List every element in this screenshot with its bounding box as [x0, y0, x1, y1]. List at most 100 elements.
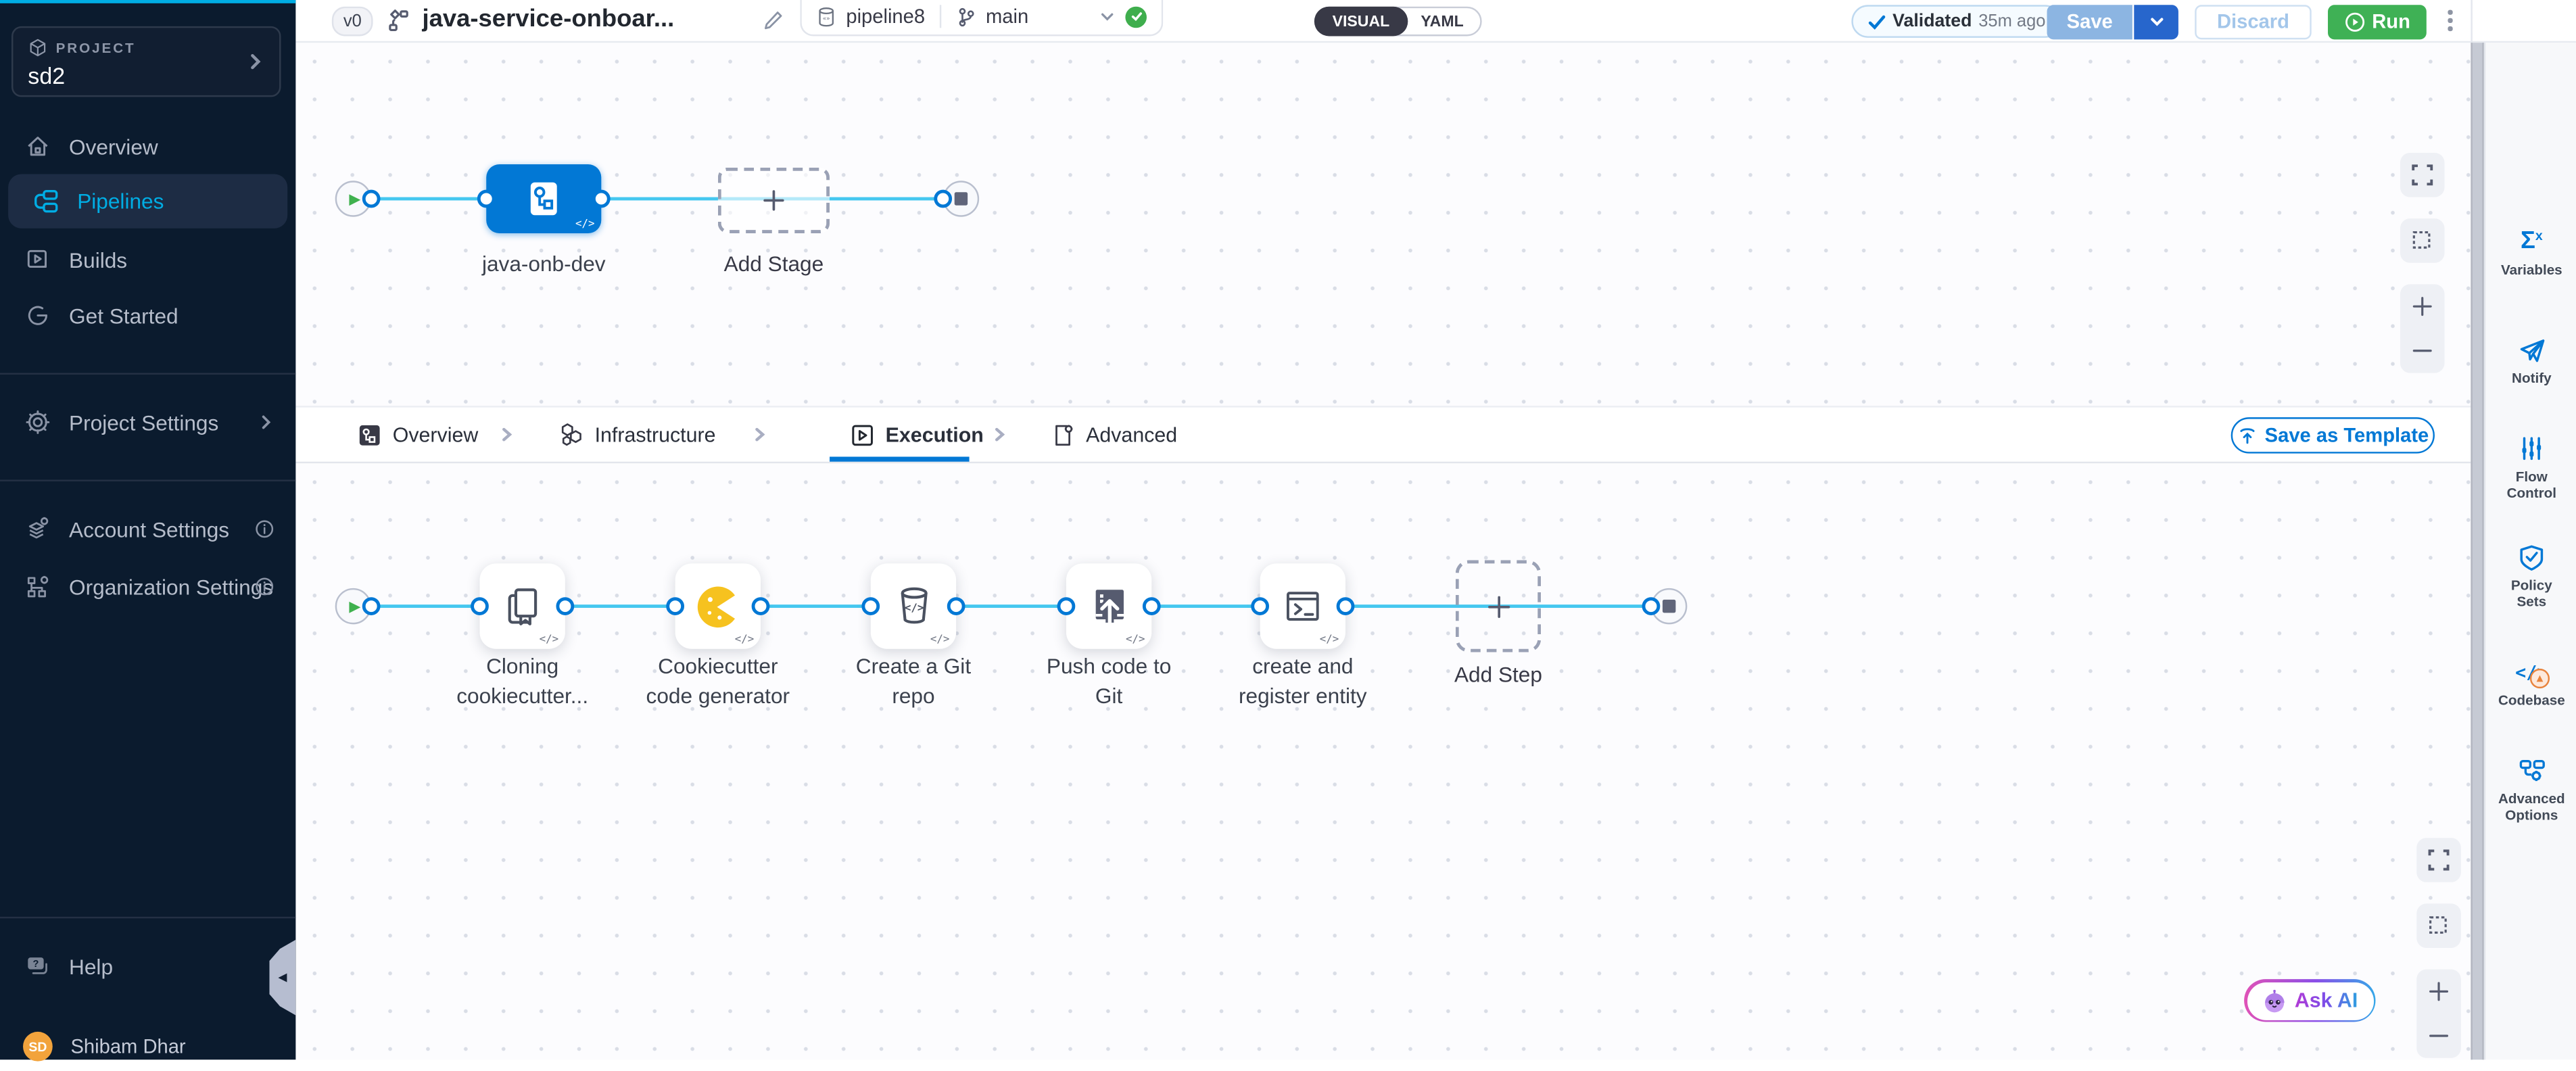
panel-item-codebase[interactable]: </> Codebase [2485, 657, 2576, 708]
stage-tabbar: Overview Infrastructure Execution Advanc… [295, 406, 2471, 463]
canvas-fit-view-button[interactable] [2416, 838, 2461, 882]
branch-value: main [986, 5, 1028, 28]
step-node-cloning-cookiecutter[interactable]: </> [480, 563, 565, 648]
canvas-fit-view-button[interactable] [2400, 153, 2445, 197]
more-options-kebab-icon[interactable] [2448, 10, 2452, 30]
save-dropdown-button[interactable] [2134, 4, 2178, 39]
panel-item-advanced-options[interactable]: AdvancedOptions [2485, 756, 2576, 824]
connector-port[interactable] [1642, 597, 1661, 615]
sidebar-divider [0, 373, 295, 375]
connector-port[interactable] [1057, 597, 1076, 615]
zoom-in-button[interactable] [2428, 981, 2450, 1003]
panel-item-label: Notify [2512, 370, 2552, 386]
connector-port[interactable] [471, 597, 489, 615]
canvas-select-button[interactable] [2416, 903, 2461, 948]
overview-tab-icon [358, 423, 381, 446]
connector-port[interactable] [477, 190, 496, 208]
plus-icon [762, 189, 785, 212]
execution-graph-canvas[interactable]: ▶ </> Cloningcookiecutter... </> Cookiec… [295, 463, 2471, 1059]
panel-resizer[interactable] [2471, 43, 2483, 1059]
sidebar-item-label: Help [69, 953, 113, 978]
connector-port[interactable] [362, 597, 381, 615]
plus-icon [1486, 594, 1510, 618]
info-icon[interactable] [255, 577, 275, 596]
ask-ai-button[interactable]: Ask AI [2244, 979, 2375, 1022]
run-button[interactable]: Run [2328, 4, 2427, 39]
connector-port[interactable] [1143, 597, 1161, 615]
visual-yaml-toggle: VISUAL YAML [1314, 7, 1482, 37]
sidebar-item-project-settings[interactable]: Project Settings [0, 398, 295, 447]
help-chat-icon: ? [23, 953, 51, 979]
advanced-options-icon [2517, 756, 2546, 786]
connector-port[interactable] [861, 597, 880, 615]
toggle-visual[interactable]: VISUAL [1314, 7, 1408, 37]
notify-icon [2518, 335, 2546, 365]
connector-port[interactable] [934, 190, 952, 208]
stage-node-java-onb-dev[interactable]: </> [486, 164, 601, 233]
save-button[interactable]: Save [2047, 4, 2132, 39]
step-node-create-register-entity[interactable]: </> [1260, 563, 1345, 648]
connector-port[interactable] [1251, 597, 1269, 615]
chevron-right-icon [753, 427, 767, 442]
upload-box-icon [1088, 585, 1130, 627]
custom-stage-icon [526, 179, 562, 218]
connector-port[interactable] [592, 190, 611, 208]
panel-item-flow-control[interactable]: FlowControl [2485, 433, 2576, 501]
connector-port[interactable] [556, 597, 574, 615]
zoom-in-button[interactable] [2412, 295, 2433, 317]
step-node-cookiecutter-generator[interactable]: </> [675, 563, 761, 648]
step-node-push-code-to-git[interactable]: </> [1066, 563, 1151, 648]
panel-item-label: Variables [2501, 261, 2562, 277]
user-profile[interactable]: SD Shibam Dhar [0, 1022, 295, 1071]
zoom-out-button[interactable] [2412, 340, 2433, 362]
edit-pencil-icon[interactable] [762, 10, 784, 32]
connector-port[interactable] [752, 597, 770, 615]
connector-port[interactable] [1337, 597, 1355, 615]
sidebar-item-builds[interactable]: Builds [0, 235, 295, 284]
project-label: PROJECT [56, 39, 136, 55]
canvas-zoom-controls [2400, 284, 2445, 373]
tab-overview[interactable]: Overview [358, 408, 479, 462]
panel-item-label: Codebase [2498, 692, 2565, 708]
branch-selector[interactable]: main [941, 0, 1161, 34]
info-icon[interactable] [255, 519, 275, 539]
git-branch-icon [956, 6, 976, 28]
add-step-button[interactable] [1456, 561, 1541, 652]
sidebar-item-organization-settings[interactable]: Organization Settings [0, 562, 295, 611]
add-step-label: Add Step [1416, 661, 1580, 690]
panel-item-notify[interactable]: Notify [2485, 335, 2576, 386]
save-as-template-button[interactable]: Save as Template [2231, 417, 2435, 453]
connector-port[interactable] [362, 190, 381, 208]
panel-item-policy-sets[interactable]: PolicySets [2485, 542, 2576, 610]
tab-execution[interactable]: Execution [851, 408, 984, 462]
pipeline-store-selector[interactable]: «» pipeline8 [802, 0, 940, 34]
codebase-icon: </> [2515, 657, 2548, 687]
add-stage-button[interactable] [718, 168, 830, 233]
step-node-create-git-repo[interactable]: </> </> [871, 563, 956, 648]
sidebar-item-account-settings[interactable]: Account Settings [0, 504, 295, 554]
validated-time: 35m ago [1978, 11, 2045, 31]
validated-badge[interactable]: Validated 35m ago [1851, 5, 2061, 38]
sidebar-item-help[interactable]: ? Help [0, 941, 295, 991]
tab-advanced[interactable]: Advanced [1051, 408, 1177, 462]
step-label: create andregister entity [1204, 652, 1402, 710]
panel-item-label: AdvancedOptions [2498, 790, 2565, 824]
project-selector[interactable]: PROJECT sd2 [11, 26, 281, 97]
discard-button[interactable]: Discard [2195, 4, 2312, 39]
panel-item-variables[interactable]: Σx Variables [2485, 227, 2576, 277]
project-cube-icon [28, 38, 47, 57]
get-started-icon [23, 302, 51, 329]
stage-label: java-onb-dev [429, 249, 659, 279]
stage-graph-canvas[interactable]: ▶ </> java-onb-dev Add Stage [295, 43, 2471, 406]
zoom-out-button[interactable] [2428, 1025, 2450, 1047]
sidebar-item-overview[interactable]: Overview [0, 122, 295, 171]
canvas-select-button[interactable] [2400, 218, 2445, 263]
tab-infrastructure[interactable]: Infrastructure [558, 408, 715, 462]
tab-label: Overview [393, 423, 479, 446]
connector-port[interactable] [947, 597, 965, 615]
code-badge-icon: </> [930, 632, 950, 645]
sidebar-item-get-started[interactable]: Get Started [0, 291, 295, 340]
connector-line [353, 197, 961, 201]
sidebar-item-pipelines[interactable]: Pipelines [8, 174, 287, 229]
connector-port[interactable] [666, 597, 684, 615]
